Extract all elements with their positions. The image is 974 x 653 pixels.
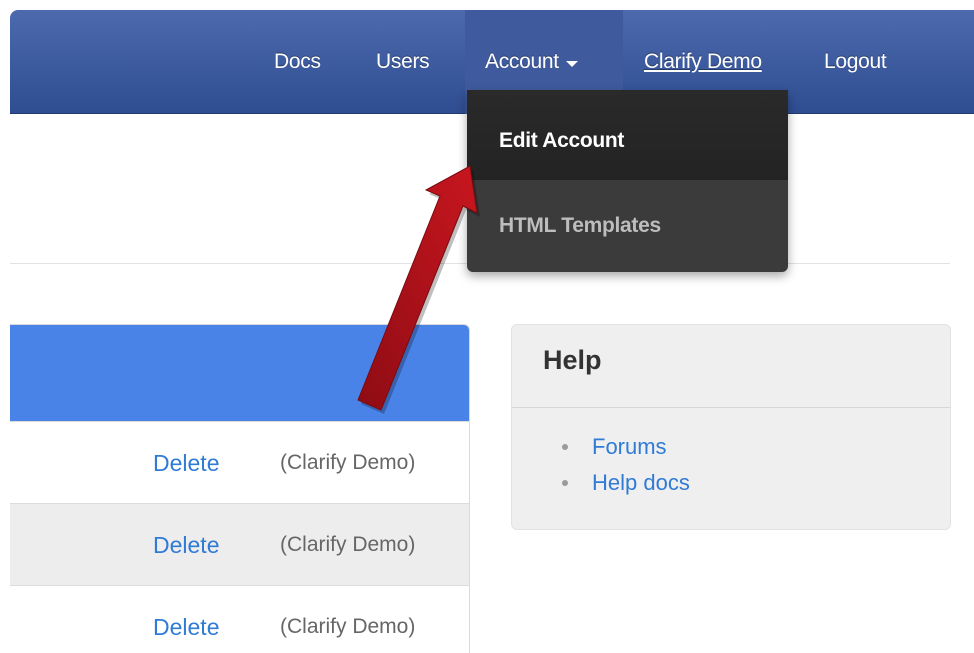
bullet-icon (562, 444, 568, 450)
nav-logout-label: Logout (824, 50, 887, 73)
nav-users[interactable]: Users (376, 10, 430, 114)
owner-label: (Clarify Demo) (280, 533, 416, 556)
list-item: Help docs (562, 465, 690, 501)
delete-link[interactable]: Delete (153, 422, 219, 504)
help-title: Help (543, 345, 602, 375)
help-docs-link[interactable]: Help docs (592, 470, 690, 496)
forums-link[interactable]: Forums (592, 434, 667, 460)
help-links: Forums Help docs (562, 429, 690, 501)
menu-item-edit-account-label: Edit Account (499, 129, 625, 152)
delete-link[interactable]: Delete (153, 504, 219, 586)
table-row: Delete (Clarify Demo) (10, 503, 469, 586)
delete-link[interactable]: Delete (153, 586, 219, 653)
menu-item-html-templates-label: HTML Templates (499, 214, 661, 237)
app-window: Docs Users Account Clarify Demo Logout E… (10, 10, 974, 653)
nav-users-label: Users (376, 50, 430, 73)
nav-account-label: Account (485, 50, 559, 73)
owner-label: (Clarify Demo) (280, 615, 416, 638)
list-item: Forums (562, 429, 690, 465)
table-header (10, 325, 469, 421)
help-divider (512, 407, 950, 408)
help-panel: Help Forums Help docs (511, 324, 951, 530)
chevron-down-icon (565, 61, 578, 67)
account-dropdown-menu: Edit Account HTML Templates (467, 90, 788, 272)
nav-docs[interactable]: Docs (274, 10, 321, 114)
nav-logout[interactable]: Logout (824, 10, 887, 114)
nav-docs-label: Docs (274, 50, 321, 73)
nav-clarify-demo-label: Clarify Demo (644, 50, 762, 73)
table-row: Delete (Clarify Demo) (10, 585, 469, 653)
menu-item-html-templates[interactable]: HTML Templates (467, 180, 788, 272)
menu-item-edit-account[interactable]: Edit Account (467, 90, 788, 180)
table-row: Delete (Clarify Demo) (10, 421, 469, 504)
templates-table: Delete (Clarify Demo) Delete (Clarify De… (10, 324, 470, 653)
owner-label: (Clarify Demo) (280, 451, 416, 474)
bullet-icon (562, 480, 568, 486)
